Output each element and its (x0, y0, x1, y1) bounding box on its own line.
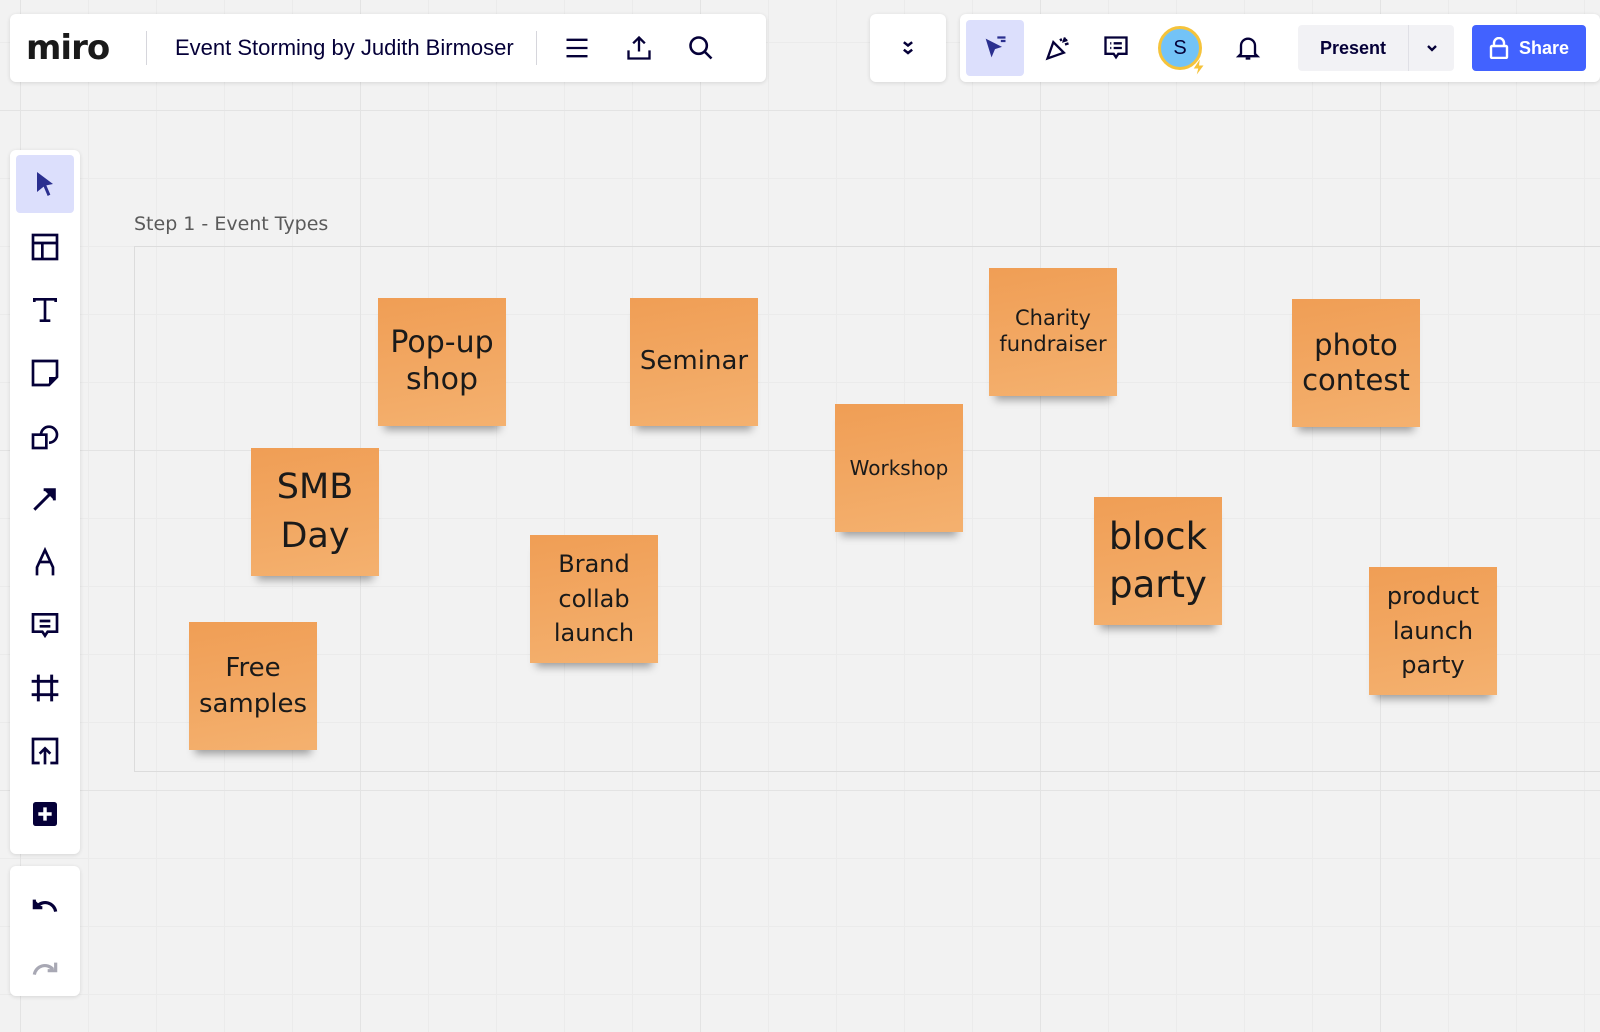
pen-icon (35, 546, 55, 576)
export-button[interactable] (615, 24, 663, 72)
sticky-note[interactable]: Seminar (630, 298, 758, 426)
reactions-button[interactable] (1034, 24, 1082, 72)
menu-icon (566, 38, 588, 58)
tool-pen[interactable] (16, 533, 74, 591)
reactions-icon (1045, 37, 1069, 61)
redo-icon (32, 962, 58, 976)
divider (535, 31, 537, 65)
comment-icon (31, 613, 59, 639)
board-title[interactable]: Event Storming by Judith Birmoser (147, 35, 536, 61)
sticky-note[interactable]: Pop-up shop (378, 298, 506, 426)
tool-upload[interactable] (16, 722, 74, 780)
undo-icon (32, 899, 58, 913)
comments-icon (1104, 36, 1128, 60)
collaboration-cursor-icon (985, 36, 1006, 58)
sticky-note[interactable]: Brand collab launch (530, 535, 658, 663)
sticky-note-icon (31, 359, 59, 387)
history-toolbar (10, 866, 80, 996)
tool-sticky-note[interactable] (16, 344, 74, 402)
creation-toolbar (10, 150, 80, 854)
collaboration-cursor-button[interactable] (966, 20, 1024, 76)
sticky-note[interactable]: block party (1094, 497, 1222, 625)
undo-button[interactable] (16, 876, 74, 934)
miro-logo[interactable]: miro (26, 28, 146, 68)
tool-comment[interactable] (16, 596, 74, 654)
menu-button[interactable] (553, 24, 601, 72)
present-button[interactable]: Present (1298, 25, 1408, 71)
templates-icon (31, 233, 59, 261)
frame-title[interactable]: Step 1 - Event Types (134, 213, 328, 235)
lock-icon (1489, 37, 1509, 59)
tool-frame[interactable] (16, 659, 74, 717)
share-label: Share (1519, 37, 1570, 58)
double-chevron-down-icon (903, 41, 913, 55)
sticky-note[interactable]: product launch party (1369, 567, 1497, 695)
share-button[interactable]: Share (1472, 25, 1587, 71)
tool-connection-line[interactable] (16, 470, 74, 528)
sticky-note[interactable]: Free samples (189, 622, 317, 750)
tool-templates[interactable] (16, 218, 74, 276)
tool-select[interactable] (16, 155, 74, 213)
collapse-toolbar-button[interactable] (870, 14, 946, 82)
cursor-icon (37, 172, 53, 196)
arrow-icon (33, 488, 56, 511)
collaboration-bar: S Present Share (960, 14, 1600, 82)
chevron-down-icon (1426, 45, 1437, 52)
user-avatar[interactable]: S (1158, 26, 1204, 75)
bell-icon (1235, 37, 1261, 60)
sticky-note[interactable]: Charity fundraiser (989, 268, 1117, 396)
sticky-note[interactable]: photo contest (1292, 299, 1420, 427)
search-icon (688, 36, 713, 60)
notifications-button[interactable] (1224, 24, 1272, 72)
present-options-button[interactable] (1408, 25, 1454, 71)
upload-icon (31, 737, 59, 765)
export-icon (627, 35, 651, 60)
lightning-icon (1193, 59, 1204, 75)
sticky-note[interactable]: SMB Day (251, 448, 379, 576)
sticky-note[interactable]: Workshop (835, 404, 963, 532)
comments-button[interactable] (1092, 24, 1140, 72)
present-group: Present (1298, 25, 1455, 71)
shapes-icon (31, 425, 59, 450)
tool-text[interactable] (16, 281, 74, 339)
text-icon (33, 298, 57, 322)
board-header: miro Event Storming by Judith Birmoser (10, 14, 766, 82)
search-button[interactable] (677, 24, 725, 72)
tool-shapes[interactable] (16, 407, 74, 465)
frame-icon (31, 674, 59, 702)
redo-button[interactable] (16, 939, 74, 997)
plus-icon (33, 802, 57, 826)
tool-more-apps[interactable] (16, 785, 74, 843)
